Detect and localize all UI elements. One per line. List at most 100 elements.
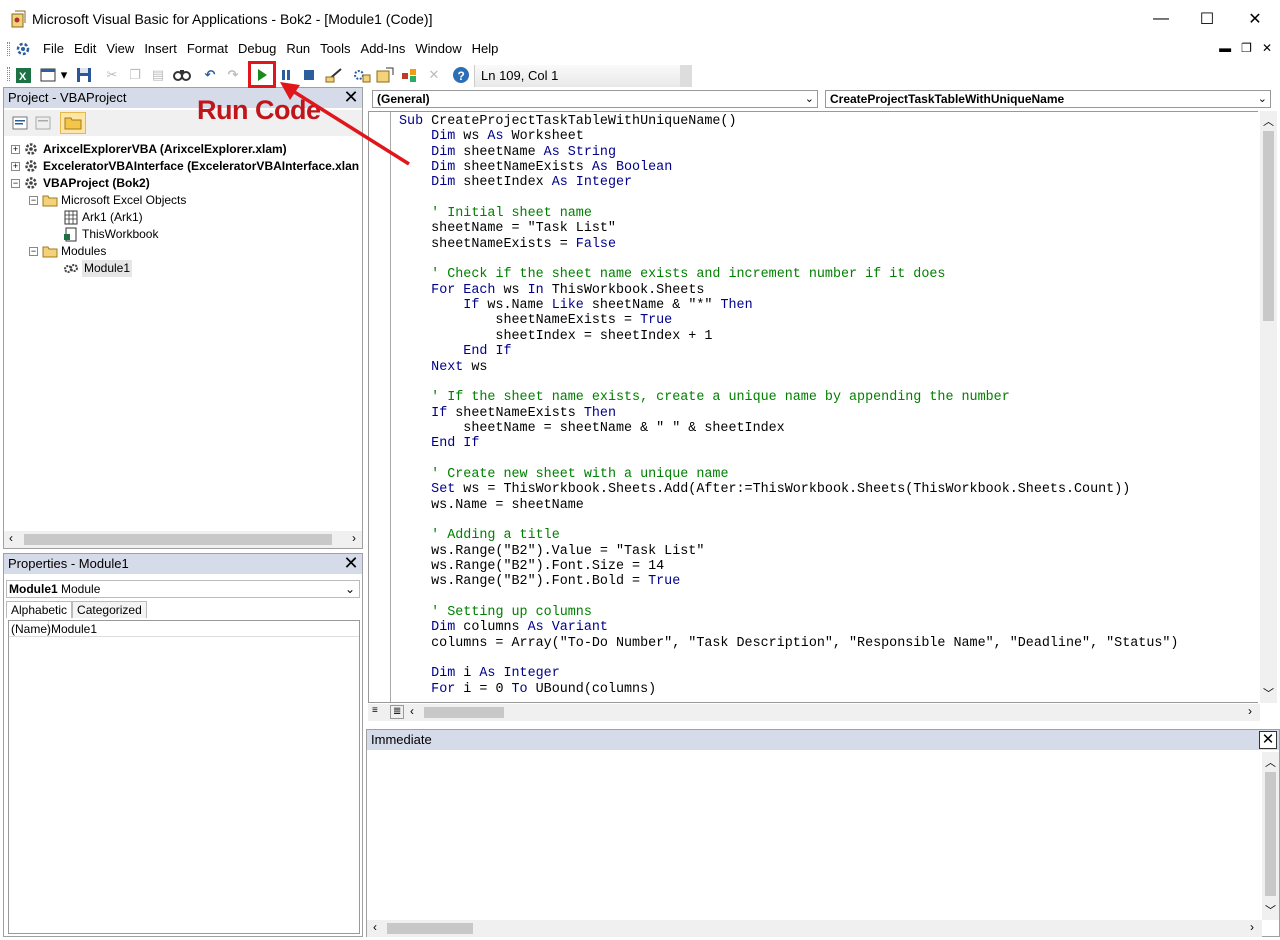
immediate-window: Immediate ✕ ︿ ﹀ ‹ › xyxy=(366,729,1280,937)
tree-item-ark1[interactable]: Ark1 (Ark1) xyxy=(63,209,143,226)
code-editor[interactable]: Sub CreateProjectTaskTableWithUniqueName… xyxy=(368,111,1258,703)
toolbox-icon[interactable]: ✕ xyxy=(424,65,444,85)
tree-item-vbaproject[interactable]: − VBAProject (Bok2) xyxy=(11,175,150,192)
redo-icon[interactable]: ↷ xyxy=(223,65,243,85)
insert-userform-icon[interactable] xyxy=(38,65,58,85)
tree-item-module1[interactable]: Module1 xyxy=(63,260,133,277)
immediate-input[interactable] xyxy=(367,752,1261,920)
project-hscrollbar[interactable]: ‹ › xyxy=(4,531,362,548)
menu-view[interactable]: View xyxy=(101,41,139,57)
expand-icon[interactable]: + xyxy=(11,145,20,154)
chevron-down-icon[interactable]: ⌄ xyxy=(1258,91,1267,107)
properties-close-icon[interactable]: ✕ xyxy=(342,554,360,573)
scroll-thumb[interactable] xyxy=(1265,772,1276,896)
object-dropdown[interactable]: (General) ⌄ xyxy=(372,90,818,108)
menu-edit[interactable]: Edit xyxy=(69,41,101,57)
copy-icon[interactable]: ❐ xyxy=(125,65,145,85)
toolbar-overflow[interactable] xyxy=(680,65,692,87)
maximize-button[interactable]: ☐ xyxy=(1184,6,1230,32)
scroll-right-icon[interactable]: › xyxy=(1250,920,1254,934)
scroll-left-icon[interactable]: ‹ xyxy=(410,704,414,718)
scroll-down-icon[interactable]: ﹀ xyxy=(1265,902,1276,918)
scroll-thumb[interactable] xyxy=(387,923,473,934)
svg-text:X: X xyxy=(19,71,27,83)
scroll-down-icon[interactable]: ﹀ xyxy=(1263,685,1274,701)
scroll-thumb[interactable] xyxy=(424,707,504,718)
project-tree: + ArixcelExplorerVBA (ArixcelExplorer.xl… xyxy=(4,136,362,532)
mdi-close-icon[interactable]: ✕ xyxy=(1262,41,1272,55)
mdi-restore-icon[interactable]: ❐ xyxy=(1241,41,1252,55)
tree-item-arixcel[interactable]: + ArixcelExplorerVBA (ArixcelExplorer.xl… xyxy=(11,141,287,158)
find-icon[interactable] xyxy=(172,65,192,85)
scroll-up-icon[interactable]: ︿ xyxy=(1265,754,1276,770)
collapse-icon[interactable]: − xyxy=(29,247,38,256)
tab-categorized[interactable]: Categorized xyxy=(72,601,147,618)
folder-icon xyxy=(42,246,58,258)
worksheet-icon xyxy=(64,210,78,225)
tab-alphabetic[interactable]: Alphabetic xyxy=(6,601,73,618)
scroll-left-icon[interactable]: ‹ xyxy=(373,920,377,934)
object-select[interactable]: Module1 Module ⌄ xyxy=(6,580,360,598)
menu-grip xyxy=(7,42,10,56)
scroll-left-icon[interactable]: ‹ xyxy=(9,531,13,545)
svg-text:?: ? xyxy=(458,69,465,83)
view-code-icon[interactable] xyxy=(12,116,28,130)
menu-bar: File Edit View Insert Format Debug Run T… xyxy=(0,38,1280,60)
undo-icon[interactable]: ↶ xyxy=(200,65,220,85)
code-vscrollbar[interactable]: ︿ ﹀ xyxy=(1260,111,1277,703)
collapse-icon[interactable]: − xyxy=(29,196,38,205)
view-object-icon[interactable] xyxy=(35,116,51,130)
cut-icon[interactable]: ✂ xyxy=(102,65,122,85)
menu-window[interactable]: Window xyxy=(410,41,466,57)
insert-dropdown-icon[interactable]: ▾ xyxy=(58,65,70,85)
menu-debug[interactable]: Debug xyxy=(233,41,281,57)
full-module-view-icon[interactable]: ≣ xyxy=(390,705,405,719)
menu-add-ins[interactable]: Add-Ins xyxy=(356,41,411,57)
scroll-right-icon[interactable]: › xyxy=(352,531,356,545)
cursor-position: Ln 109, Col 1 xyxy=(474,65,684,87)
vba-app-icon xyxy=(11,10,26,28)
scroll-thumb[interactable] xyxy=(1263,131,1274,321)
save-icon[interactable] xyxy=(74,65,94,85)
vba-menu-icon[interactable] xyxy=(14,40,32,58)
property-row[interactable]: (Name) Module1 xyxy=(9,621,359,637)
expand-icon[interactable]: + xyxy=(11,162,20,171)
scroll-up-icon[interactable]: ︿ xyxy=(1263,113,1274,129)
module-icon xyxy=(64,264,78,273)
toggle-folders-icon[interactable] xyxy=(64,115,82,130)
immediate-vscrollbar[interactable]: ︿ ﹀ xyxy=(1262,752,1279,920)
mdi-minimize-icon[interactable]: ▬ xyxy=(1219,41,1231,55)
tree-item-modules[interactable]: − Modules xyxy=(29,243,106,260)
code-text[interactable]: Sub CreateProjectTaskTableWithUniqueName… xyxy=(399,114,1178,697)
tree-item-excel-objects[interactable]: − Microsoft Excel Objects xyxy=(29,192,186,209)
scroll-right-icon[interactable]: › xyxy=(1248,704,1252,718)
menu-help[interactable]: Help xyxy=(467,41,504,57)
scroll-thumb[interactable] xyxy=(24,534,332,545)
minimize-button[interactable]: — xyxy=(1138,6,1184,32)
immediate-close-icon[interactable]: ✕ xyxy=(1259,731,1277,749)
chevron-down-icon[interactable]: ⌄ xyxy=(805,91,814,107)
code-hscrollbar[interactable]: ≡ ≣ ‹ › xyxy=(368,704,1260,721)
procedure-view-icon[interactable]: ≡ xyxy=(372,705,378,716)
menu-file[interactable]: File xyxy=(38,41,69,57)
menu-tools[interactable]: Tools xyxy=(315,41,355,57)
menu-format[interactable]: Format xyxy=(182,41,233,57)
procedure-dropdown[interactable]: CreateProjectTaskTableWithUniqueName ⌄ xyxy=(825,90,1271,108)
title-bar: Microsoft Visual Basic for Applications … xyxy=(0,0,1280,38)
paste-icon[interactable]: ▤ xyxy=(148,65,168,85)
code-window: (General) ⌄ CreateProjectTaskTableWithUn… xyxy=(366,87,1280,727)
properties-window: Properties - Module1 ✕ Module1 Module ⌄ … xyxy=(3,553,363,937)
view-excel-icon[interactable]: X xyxy=(13,65,33,85)
tree-item-thisworkbook[interactable]: ThisWorkbook xyxy=(63,226,158,243)
toolbar-grip xyxy=(7,67,10,81)
help-icon[interactable]: ? xyxy=(451,65,471,85)
close-button[interactable]: ✕ xyxy=(1232,6,1278,32)
collapse-icon[interactable]: − xyxy=(11,179,20,188)
properties-grid: (Name) Module1 xyxy=(8,620,360,934)
chevron-down-icon[interactable]: ⌄ xyxy=(345,581,355,597)
vba-project-icon xyxy=(25,143,37,155)
code-margin[interactable] xyxy=(369,112,391,702)
immediate-hscrollbar[interactable]: ‹ › xyxy=(367,920,1262,937)
menu-run[interactable]: Run xyxy=(281,41,315,57)
menu-insert[interactable]: Insert xyxy=(139,41,182,57)
